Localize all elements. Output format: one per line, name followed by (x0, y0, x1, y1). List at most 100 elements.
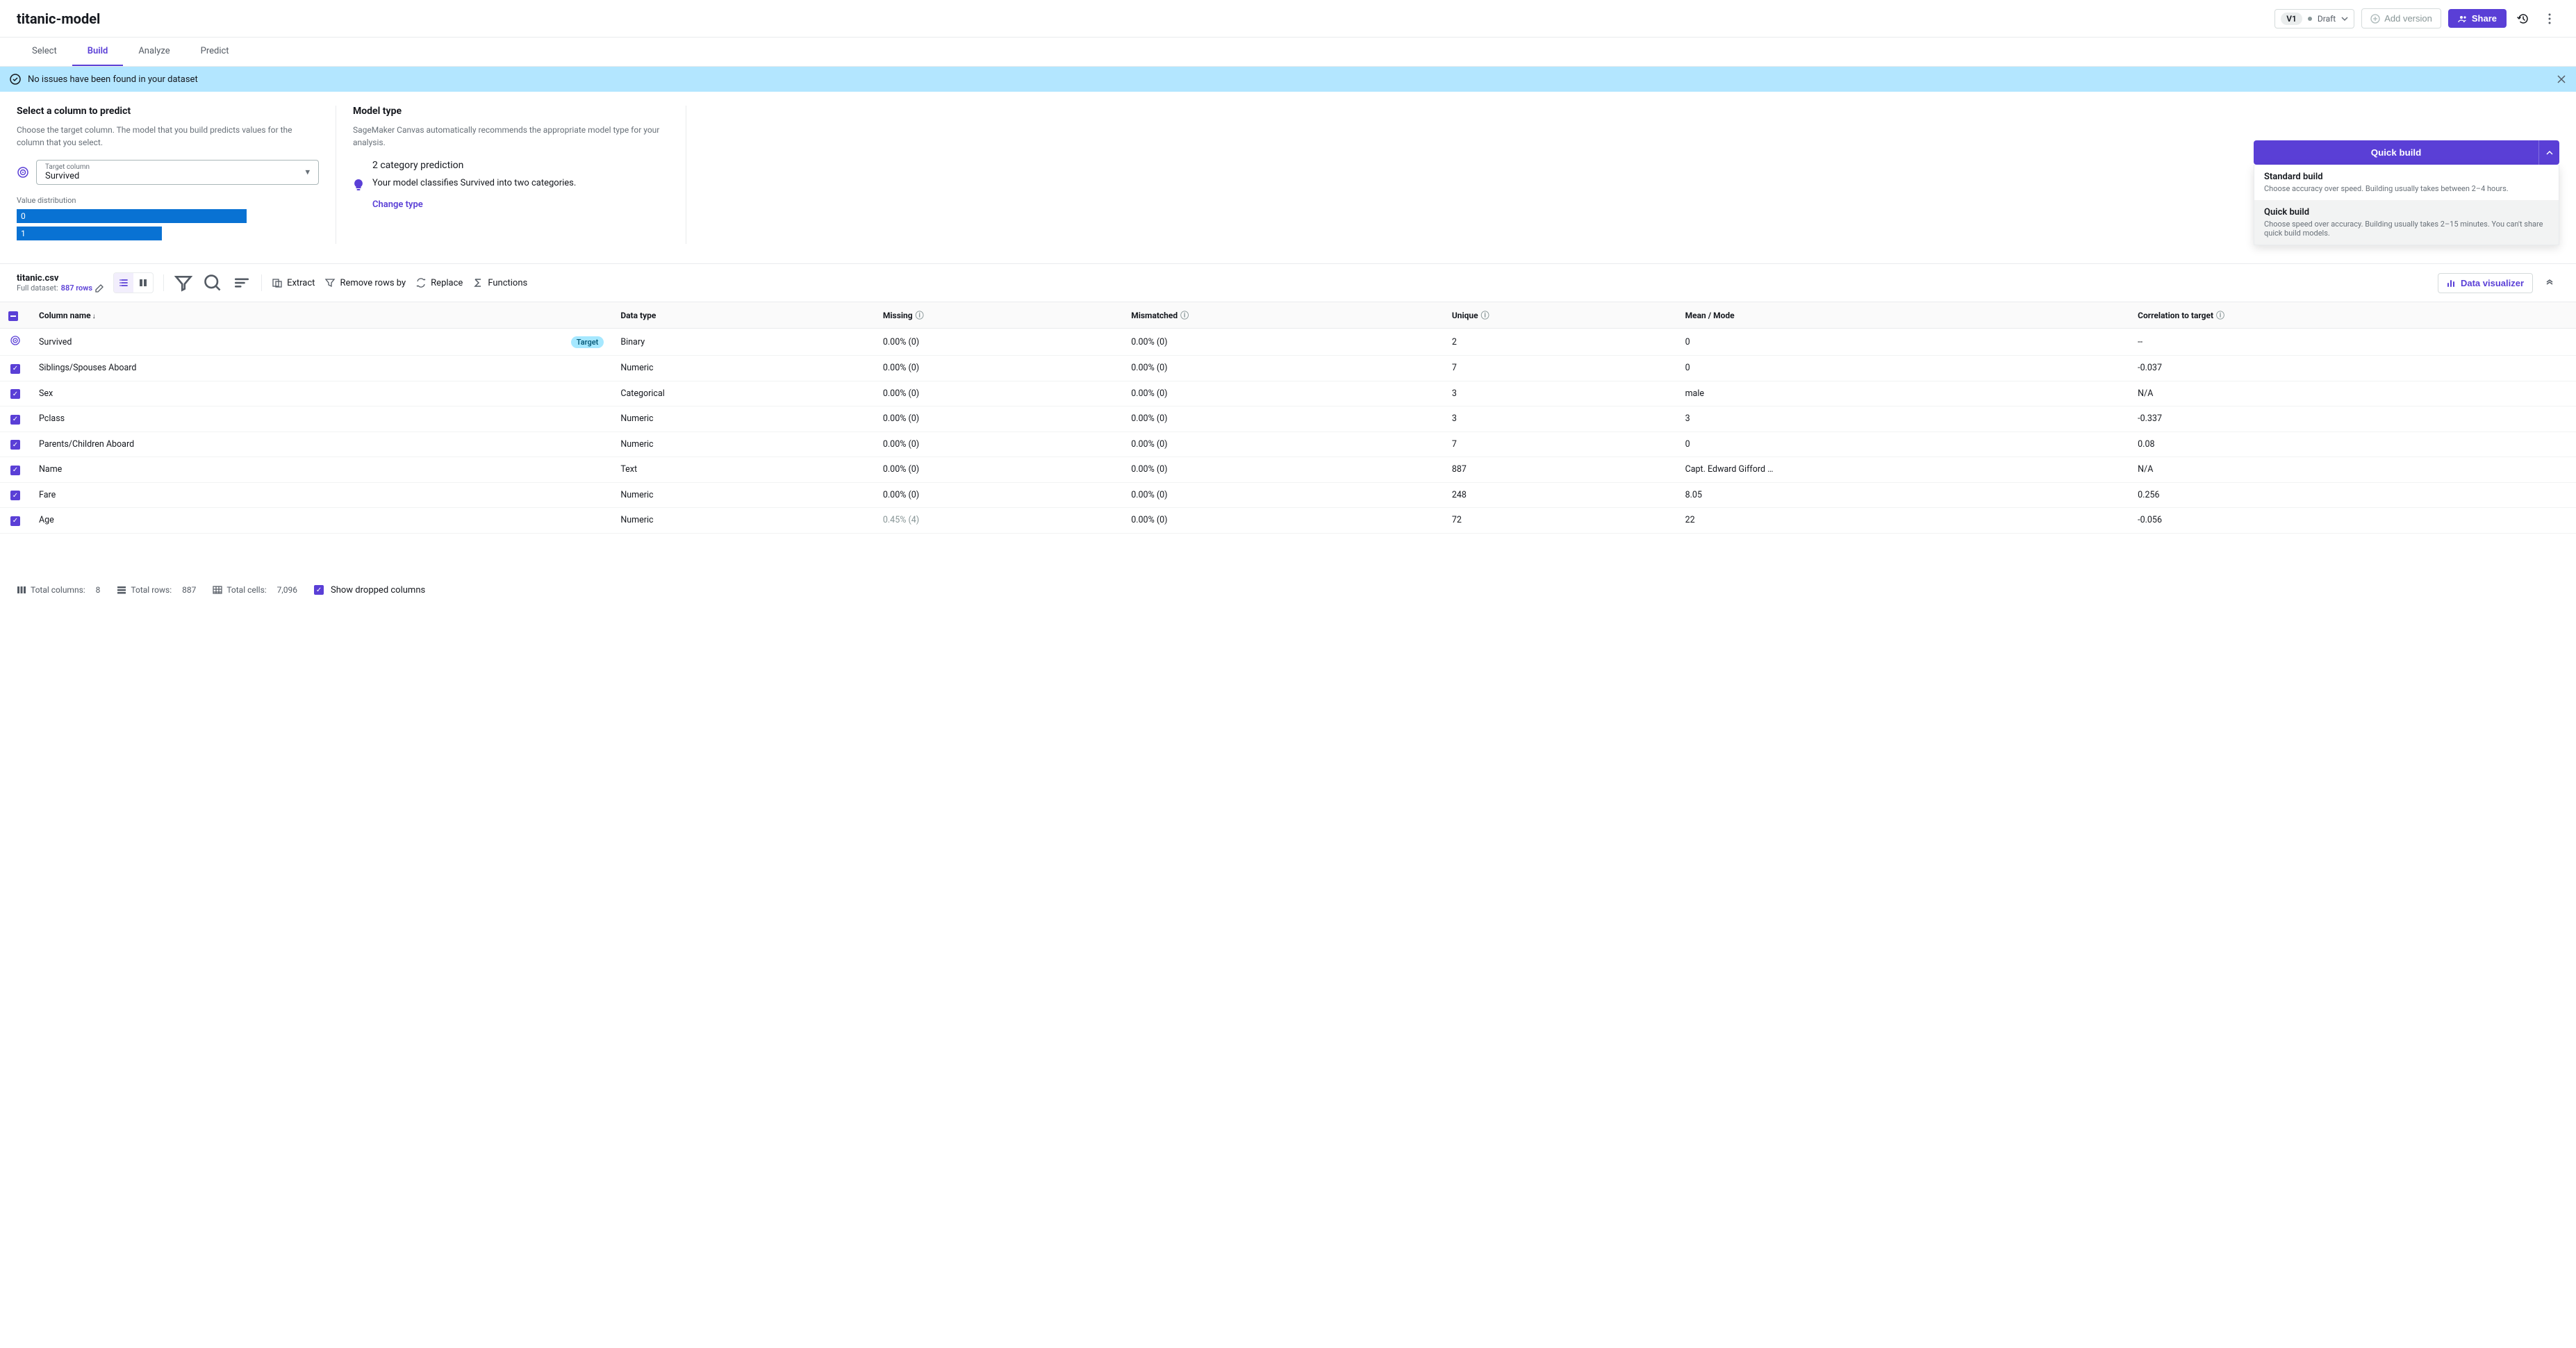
divider (163, 274, 164, 291)
correlation: -0.056 (2129, 508, 2576, 534)
build-dropdown: Standard buildChoose accuracy over speed… (2254, 165, 2559, 245)
table-row: Name Text 0.00% (0) 0.00% (0) 887 Capt. … (0, 457, 2576, 483)
row-checkbox[interactable] (10, 415, 20, 425)
model-type-desc: SageMaker Canvas automatically recommend… (353, 124, 669, 149)
build-option[interactable]: Standard buildChoose accuracy over speed… (2254, 165, 2559, 200)
row-checkbox[interactable] (10, 516, 20, 526)
functions-button[interactable]: Functions (472, 277, 527, 288)
build-dropdown-toggle[interactable] (2538, 140, 2559, 165)
info-icon[interactable]: ⓘ (1481, 311, 1489, 320)
value-bar: 1 (17, 227, 162, 240)
tab-analyze[interactable]: Analyze (123, 38, 185, 66)
mean-mode: 8.05 (1677, 482, 2130, 508)
header-data-type[interactable]: Data type (612, 302, 875, 329)
caret-up-icon (2546, 149, 2553, 156)
header-column-name[interactable]: Column name↓ (31, 302, 612, 329)
row-checkbox[interactable] (10, 466, 20, 475)
row-checkbox[interactable] (10, 364, 20, 374)
unique: 3 (1444, 406, 1677, 432)
prediction-title: 2 category prediction (372, 160, 576, 171)
full-dataset-prefix: Full dataset: (17, 283, 58, 293)
banner-close-button[interactable] (2557, 74, 2566, 84)
search-button[interactable] (203, 273, 222, 293)
extract-icon (272, 277, 283, 288)
show-dropped-toggle[interactable]: Show dropped columns (314, 585, 425, 595)
more-button[interactable] (2540, 9, 2559, 28)
value-dist-label: Value distribution (17, 196, 319, 205)
header-mean-mode[interactable]: Mean / Mode (1677, 302, 2130, 329)
unique: 887 (1444, 457, 1677, 483)
filter-button[interactable] (174, 273, 193, 293)
data-visualizer-button[interactable]: Data visualizer (2438, 273, 2533, 293)
collapse-button[interactable] (2540, 273, 2559, 293)
add-version-button[interactable]: Add version (2361, 8, 2441, 28)
row-checkbox[interactable] (10, 440, 20, 450)
share-label: Share (2472, 13, 2497, 24)
tab-select[interactable]: Select (17, 38, 72, 66)
build-button[interactable]: Quick build (2254, 140, 2538, 165)
show-dropped-label: Show dropped columns (331, 585, 425, 595)
column-name: Age (39, 515, 54, 525)
predict-desc: Choose the target column. The model that… (17, 124, 319, 149)
model-type-panel: Model type SageMaker Canvas automaticall… (353, 106, 686, 244)
remove-rows-button[interactable]: Remove rows by (324, 277, 406, 288)
correlation: -0.037 (2129, 356, 2576, 381)
mean-mode: 3 (1677, 406, 2130, 432)
correlation: N/A (2129, 457, 2576, 483)
table-row: Fare Numeric 0.00% (0) 0.00% (0) 248 8.0… (0, 482, 2576, 508)
header-missing[interactable]: Missingⓘ (875, 302, 1123, 329)
chart-icon (2447, 278, 2457, 288)
mismatched: 0.00% (0) (1123, 356, 1444, 381)
page-title: titanic-model (17, 10, 100, 27)
change-type-link[interactable]: Change type (372, 199, 423, 210)
sort-button[interactable] (232, 273, 251, 293)
info-icon[interactable]: ⓘ (916, 311, 924, 320)
header-unique[interactable]: Uniqueⓘ (1444, 302, 1677, 329)
column-name: Pclass (39, 413, 65, 424)
version-selector[interactable]: V1 Draft (2274, 9, 2354, 28)
missing: 0.00% (0) (875, 457, 1123, 483)
tabs: Select Build Analyze Predict (0, 38, 2576, 67)
extract-button[interactable]: Extract (272, 277, 315, 288)
grid-view-button[interactable] (133, 273, 153, 293)
missing: 0.00% (0) (875, 431, 1123, 457)
info-icon[interactable]: ⓘ (2216, 311, 2224, 320)
list-view-button[interactable] (114, 273, 133, 293)
list-icon (119, 278, 129, 288)
data-type: Numeric (612, 482, 875, 508)
history-button[interactable] (2513, 9, 2533, 28)
show-dropped-checkbox[interactable] (314, 585, 324, 595)
version-status: Draft (2318, 14, 2336, 24)
column-name: Name (39, 464, 62, 475)
info-icon[interactable]: ⓘ (1180, 311, 1189, 320)
correlation: -- (2129, 329, 2576, 356)
divider (261, 274, 262, 291)
header-mismatched[interactable]: Mismatchedⓘ (1123, 302, 1444, 329)
select-all-checkbox[interactable] (8, 311, 18, 321)
unique: 3 (1444, 381, 1677, 406)
predict-title: Select a column to predict (17, 106, 319, 117)
tab-build[interactable]: Build (72, 38, 124, 66)
row-checkbox[interactable] (10, 389, 20, 399)
build-option[interactable]: Quick buildChoose speed over accuracy. B… (2254, 200, 2559, 245)
rows-link[interactable]: 887 rows (61, 283, 92, 293)
mean-mode: 0 (1677, 431, 2130, 457)
mean-mode: 0 (1677, 329, 2130, 356)
target-select-label: Target column (45, 163, 310, 171)
pencil-icon[interactable] (95, 284, 104, 293)
data-type: Numeric (612, 431, 875, 457)
header-correlation[interactable]: Correlation to targetⓘ (2129, 302, 2576, 329)
column-name: Siblings/Spouses Aboard (39, 363, 136, 373)
row-checkbox[interactable] (10, 491, 20, 500)
info-banner: No issues have been found in your datase… (0, 67, 2576, 92)
share-button[interactable]: Share (2448, 9, 2507, 28)
replace-label: Replace (431, 278, 463, 288)
correlation: -0.337 (2129, 406, 2576, 432)
history-icon (2517, 13, 2529, 25)
target-column-select[interactable]: Target column Survived ▾ (36, 160, 319, 185)
view-toggle (113, 272, 154, 293)
mismatched: 0.00% (0) (1123, 482, 1444, 508)
replace-button[interactable]: Replace (415, 277, 463, 288)
tab-predict[interactable]: Predict (185, 38, 245, 66)
total-cells: Total cells: 7,096 (213, 585, 297, 595)
